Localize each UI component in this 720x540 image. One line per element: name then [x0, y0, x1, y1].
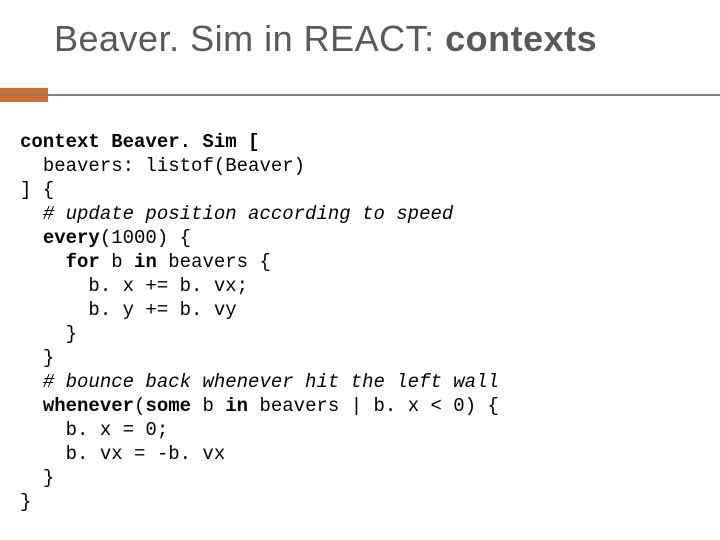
code-line: # bounce back whenever hit the left wall — [20, 370, 499, 394]
code-block: context Beaver. Sim [ beavers: listof(Be… — [20, 130, 499, 514]
code-line: b. y += b. vy — [20, 298, 499, 322]
code-line: every(1000) { — [20, 226, 499, 250]
code-line: } — [20, 346, 499, 370]
code-line: whenever(some b in beavers | b. x < 0) { — [20, 394, 499, 418]
code-line: ] { — [20, 178, 499, 202]
code-line: for b in beavers { — [20, 250, 499, 274]
slide-title: Beaver. Sim in REACT: contexts — [0, 0, 720, 68]
title-plain: Beaver. Sim in REACT: — [54, 18, 445, 59]
code-line: } — [20, 322, 499, 346]
divider — [0, 94, 720, 96]
code-line: } — [20, 466, 499, 490]
code-line: b. x = 0; — [20, 418, 499, 442]
slide: Beaver. Sim in REACT: contexts context B… — [0, 0, 720, 540]
title-bold: contexts — [445, 18, 597, 59]
code-line: b. vx = -b. vx — [20, 442, 499, 466]
code-line: context Beaver. Sim [ — [20, 130, 499, 154]
code-line: b. x += b. vx; — [20, 274, 499, 298]
code-line: } — [20, 490, 499, 514]
code-line: # update position according to speed — [20, 202, 499, 226]
code-line: beavers: listof(Beaver) — [20, 154, 499, 178]
